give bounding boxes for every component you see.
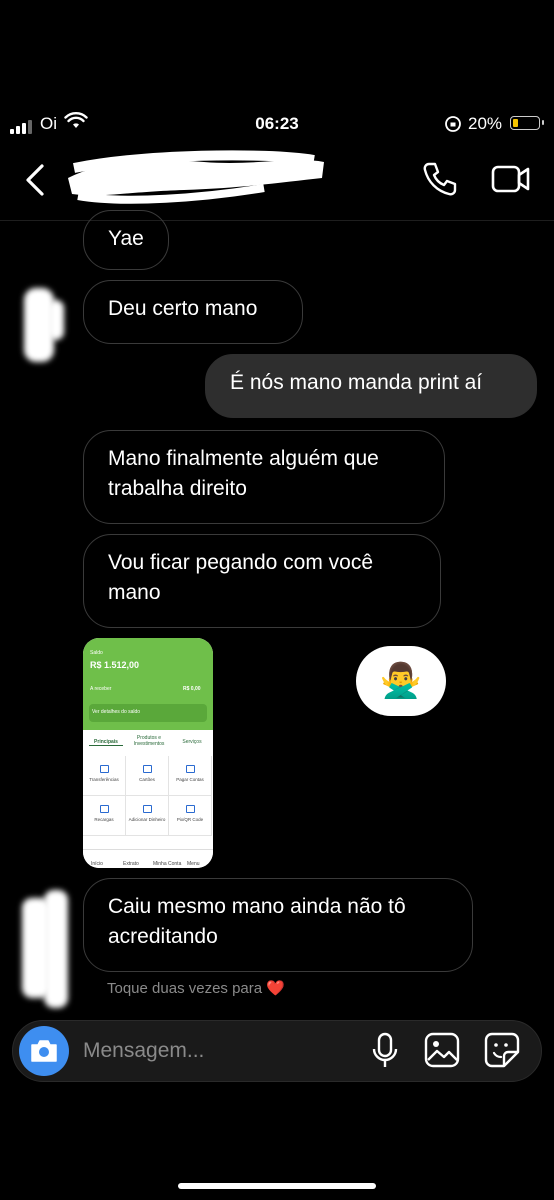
message-text: Vou ficar pegando com você mano [108, 551, 374, 604]
redacted-contact-name[interactable] [64, 148, 328, 208]
back-icon[interactable] [22, 160, 52, 200]
double-tap-hint: Toque duas vezes para ❤️ [107, 980, 285, 997]
message-bubble-m7[interactable]: Caiu mesmo mano ainda não tô acreditando [83, 878, 473, 972]
camera-button[interactable] [19, 1026, 69, 1076]
shot-action: Recargas [83, 796, 126, 836]
shot-tab: Serviços [182, 739, 202, 745]
video-icon[interactable] [490, 160, 532, 198]
message-text: Mano finalmente alguém que trabalha dire… [108, 447, 379, 500]
shot-action: Transferências [83, 756, 126, 796]
battery-percent: 20% [468, 114, 503, 133]
shot-action: Adicionar Dinheiro [126, 796, 169, 836]
message-text: Deu certo mano [108, 297, 258, 320]
mic-icon[interactable] [368, 1032, 402, 1070]
message-bubble-m5[interactable]: Vou ficar pegando com você mano [83, 534, 441, 628]
gallery-icon[interactable] [424, 1032, 460, 1068]
message-bubble-m3[interactable]: É nós mano manda print aí [205, 354, 537, 418]
shot-tab: Produtos e Investimentos [133, 735, 165, 747]
home-indicator[interactable] [178, 1183, 376, 1189]
shot-nav: Início Extrato Minha Conta Menu [83, 849, 213, 868]
redacted-avatar-part [44, 890, 68, 1008]
message-text: É nós mano manda print aí [230, 371, 483, 394]
shot-action: Cartões [126, 756, 169, 796]
message-bubble-m1[interactable]: Yae [83, 210, 169, 270]
sticker-icon[interactable] [484, 1032, 520, 1068]
header-divider [0, 220, 554, 221]
receber-label: A receber [90, 686, 112, 692]
rotation-lock-icon [445, 116, 461, 132]
message-text: Caiu mesmo mano ainda não tô acreditando [108, 895, 406, 948]
battery-icon [510, 116, 544, 130]
saldo-label: Saldo [90, 650, 103, 656]
shot-tab: Principais [89, 739, 123, 746]
message-text: Yae [108, 227, 144, 250]
camera-icon [31, 1040, 57, 1062]
shared-image[interactable]: Saldo R$ 1.512,00 A receber R$ 0,00 Ver … [83, 638, 213, 868]
shot-action: Pix/QR Code [169, 796, 212, 836]
details-link: Ver detalhes do saldo [92, 709, 141, 715]
receber-value: R$ 0,00 [183, 686, 201, 692]
message-input[interactable] [83, 1036, 343, 1066]
phone-icon[interactable] [420, 160, 458, 198]
message-bubble-m2[interactable]: Deu certo mano [83, 280, 303, 344]
shot-action: Pagar Contas [169, 756, 212, 796]
balance-value: R$ 1.512,00 [90, 660, 140, 670]
status-bar: Oi 06:23 20% [0, 108, 554, 140]
message-bubble-m4[interactable]: Mano finalmente alguém que trabalha dire… [83, 430, 445, 524]
shot-tabs: Principais Produtos e Investimentos Serv… [83, 733, 213, 755]
heart-icon: ❤️ [266, 980, 285, 997]
reaction-emoji[interactable]: 🙅‍♂️ [356, 646, 446, 716]
redacted-avatar-part [48, 300, 64, 340]
